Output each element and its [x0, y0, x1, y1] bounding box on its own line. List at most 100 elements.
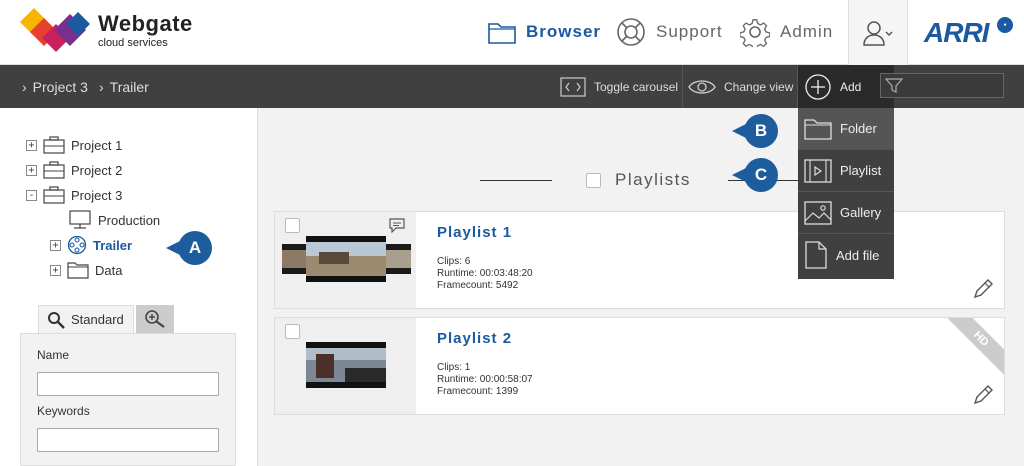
expand-toggle[interactable]: +	[50, 239, 61, 251]
hd-badge-label: HD	[948, 318, 1004, 374]
briefcase-icon	[43, 136, 65, 154]
keywords-input[interactable]	[37, 428, 219, 452]
arri-logo: ARRI	[924, 17, 989, 48]
pencil-icon[interactable]	[972, 278, 994, 300]
film-strip-icon	[804, 158, 832, 183]
brand: Webgate cloud services	[98, 11, 193, 50]
framecount: Framecount: 5492	[437, 280, 519, 291]
tab-standard-search[interactable]: Standard	[38, 305, 134, 333]
user-menu-button[interactable]	[848, 0, 908, 65]
tree-item-trailer[interactable]: + Trailer	[50, 234, 132, 256]
nav-admin-label: Admin	[780, 22, 834, 41]
file-icon	[805, 241, 827, 269]
chevron-right-icon: ›	[22, 78, 27, 95]
menu-item-playlist[interactable]: Playlist	[798, 150, 894, 192]
carousel-icon	[560, 76, 586, 97]
tree-label: Production	[98, 212, 161, 228]
name-input[interactable]	[37, 372, 219, 396]
plus-circle-icon	[805, 73, 831, 100]
gear-icon	[740, 19, 770, 47]
playlist-card[interactable]: HD Playlist 2 Clips: 1 Runtime: 00:00:58…	[274, 317, 1005, 415]
pencil-icon[interactable]	[972, 384, 994, 406]
menu-item-label: Playlist	[840, 163, 882, 178]
briefcase-icon	[43, 161, 65, 179]
section-divider-left	[480, 180, 552, 181]
nav-support[interactable]: Support	[616, 16, 723, 48]
clip-count: Clips: 6	[437, 256, 471, 267]
callout-marker-c: C	[732, 158, 778, 192]
filter-input[interactable]	[880, 73, 1004, 98]
tab-advanced-search[interactable]	[136, 305, 174, 333]
tree-item-project-2[interactable]: + Project 2	[26, 159, 122, 181]
arri-seal-icon: ●	[997, 17, 1013, 33]
select-all-checkbox[interactable]	[586, 172, 601, 188]
hd-badge: HD	[948, 318, 1004, 374]
toggle-carousel-button[interactable]: Toggle carousel	[560, 65, 678, 108]
filter-icon	[885, 77, 903, 93]
expand-toggle[interactable]: +	[50, 264, 61, 276]
collapse-toggle[interactable]: -	[26, 189, 37, 201]
breadcrumb-project[interactable]: › Project 3	[22, 65, 88, 108]
tree-label: Trailer	[93, 237, 133, 253]
breadcrumb-label: Trailer	[109, 78, 149, 95]
tree-label: Project 1	[71, 137, 123, 153]
image-icon	[804, 200, 832, 225]
callout-marker-a: A	[166, 231, 212, 265]
callout-marker-b: B	[732, 114, 778, 148]
menu-item-gallery[interactable]: Gallery	[798, 192, 894, 234]
sidebar: + Project 1 + Project 2 - Project 3 Prod…	[0, 108, 258, 466]
runtime: Runtime: 00:03:48:20	[437, 268, 533, 279]
folder-icon	[488, 23, 516, 44]
toggle-carousel-label: Toggle carousel	[594, 79, 679, 94]
add-label: Add	[840, 79, 862, 94]
tree-item-project-1[interactable]: + Project 1	[26, 134, 122, 156]
expand-toggle[interactable]: +	[26, 139, 37, 151]
menu-item-add-file[interactable]: Add file	[798, 234, 894, 276]
name-label: Name	[37, 348, 70, 362]
webgate-logo[interactable]	[20, 8, 92, 52]
menu-item-folder[interactable]: Folder	[798, 108, 894, 150]
search-panel: Name Keywords	[20, 333, 236, 466]
tree-label: Data	[95, 262, 123, 278]
folder-icon	[67, 262, 89, 279]
nav-admin[interactable]: Admin	[740, 16, 833, 48]
brand-name: Webgate	[98, 11, 193, 36]
film-reel-icon	[67, 235, 87, 255]
add-dropdown-menu: Folder Playlist Gallery Add file	[798, 108, 894, 279]
playlist-meta: Clips: 1 Runtime: 00:00:58:07 Framecount…	[437, 362, 533, 398]
playlist-meta: Clips: 6 Runtime: 00:03:48:20 Framecount…	[437, 256, 533, 292]
briefcase-icon	[43, 186, 65, 204]
menu-item-label: Gallery	[840, 205, 882, 220]
playlist-card[interactable]: Playlist 1 Clips: 6 Runtime: 00:03:48:20…	[274, 211, 1005, 309]
tree-label: Project 3	[71, 187, 123, 203]
tree-item-data[interactable]: + Data	[50, 259, 122, 281]
clip-count: Clips: 1	[437, 362, 471, 373]
playlist-checkbox[interactable]	[285, 324, 300, 339]
zoom-plus-icon	[145, 310, 165, 328]
nav-browser[interactable]: Browser	[488, 16, 601, 48]
search-icon	[48, 311, 65, 329]
expand-toggle[interactable]: +	[26, 164, 37, 176]
playlist-title[interactable]: Playlist 2	[437, 330, 512, 347]
comment-icon[interactable]	[388, 217, 406, 233]
change-view-button[interactable]: Change view	[688, 65, 793, 108]
tree-item-production[interactable]: Production	[68, 209, 160, 231]
tree-item-project-3[interactable]: - Project 3	[26, 184, 122, 206]
runtime: Runtime: 00:00:58:07	[437, 374, 533, 385]
framecount: Framecount: 1399	[437, 386, 519, 397]
keywords-label: Keywords	[37, 404, 90, 418]
menu-item-label: Add file	[836, 247, 880, 263]
lifebuoy-icon	[617, 18, 645, 46]
menu-item-label: Folder	[840, 121, 877, 136]
eye-icon	[688, 79, 716, 94]
playlist-checkbox[interactable]	[285, 218, 300, 233]
monitor-icon	[69, 210, 91, 229]
playlist-title[interactable]: Playlist 1	[437, 224, 512, 241]
breadcrumb-trailer[interactable]: › Trailer	[99, 65, 149, 108]
nav-browser-label: Browser	[526, 22, 602, 41]
breadcrumb-label: Project 3	[32, 78, 88, 95]
tree-label: Project 2	[71, 162, 123, 178]
nav-support-label: Support	[656, 22, 723, 41]
section-title: Playlists	[615, 170, 691, 189]
brand-subtitle: cloud services	[98, 37, 168, 49]
